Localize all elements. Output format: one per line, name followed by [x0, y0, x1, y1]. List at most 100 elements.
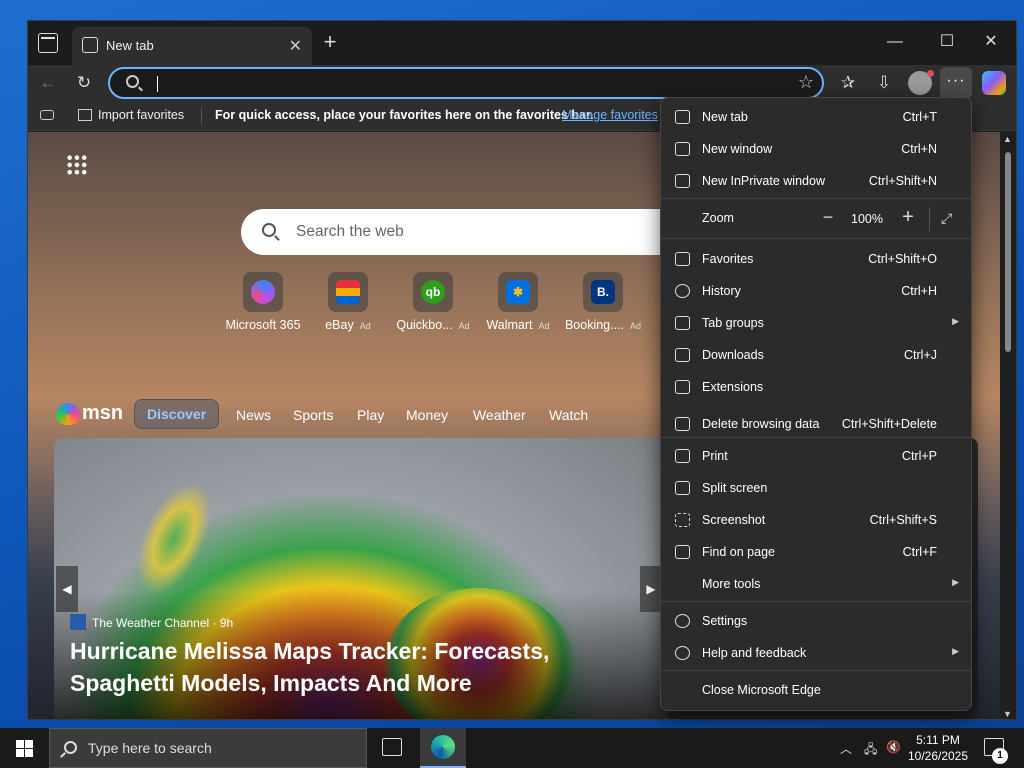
tab-new-tab[interactable]: New tab ✕ — [72, 27, 312, 65]
menu-item-downloads[interactable]: Downloads Ctrl+J — [661, 340, 971, 370]
quick-link-tile: ✱ — [498, 272, 538, 312]
add-favorite-star-icon[interactable]: ☆ — [798, 72, 814, 93]
msn-tab-weather[interactable]: Weather — [473, 407, 526, 423]
quick-link-ebay[interactable]: eBay Ad — [303, 272, 393, 332]
app-launcher-icon[interactable] — [66, 154, 88, 176]
full-screen-icon[interactable]: ⤢ — [941, 210, 957, 226]
hero-source: The Weather Channel · 9h — [70, 614, 233, 630]
menu-separator — [661, 601, 971, 602]
close-tab-icon[interactable]: ✕ — [289, 36, 302, 56]
zoom-out-button[interactable]: − — [817, 207, 839, 228]
menu-item-help-and-feedback[interactable]: Help and feedback ▶ — [661, 638, 971, 668]
quick-link-walmart[interactable]: ✱ Walmart Ad — [473, 272, 563, 332]
profile-avatar[interactable] — [908, 70, 934, 95]
msn-logo[interactable]: msn — [56, 399, 123, 431]
notification-count-badge: 1 — [992, 748, 1008, 764]
show-hidden-icons-chevron-icon[interactable]: ︿ — [840, 740, 852, 757]
tab-actions-icon[interactable] — [38, 33, 58, 53]
favorites-icon[interactable]: ✰ — [834, 71, 862, 95]
zoom-label: Zoom — [702, 211, 734, 225]
quick-link-booking[interactable]: B. Booking.... Ad — [558, 272, 648, 332]
msn-butterfly-icon — [56, 403, 80, 425]
taskbar-search-box[interactable]: Type here to search — [49, 728, 367, 768]
weather-channel-logo — [70, 614, 86, 630]
msn-tab-money[interactable]: Money — [406, 407, 448, 423]
refresh-icon[interactable]: ↻ — [70, 71, 98, 95]
quick-link-tile: B. — [583, 272, 623, 312]
menu-item-new-tab[interactable]: New tab Ctrl+T — [661, 102, 971, 132]
volume-muted-icon[interactable]: 🔇 — [886, 740, 901, 754]
quick-link-label: Microsoft 365 — [225, 318, 301, 332]
address-bar[interactable]: ☆ — [108, 67, 824, 99]
menu-item-history[interactable]: History Ctrl+H — [661, 276, 971, 306]
back-arrow-icon[interactable]: ← — [34, 71, 62, 95]
menu-item-favorites[interactable]: Favorites Ctrl+Shift+O — [661, 244, 971, 274]
scrollbar-thumb[interactable] — [1005, 152, 1011, 352]
windows-logo-icon — [16, 740, 24, 748]
taskbar-edge-button[interactable] — [420, 728, 466, 768]
manage-favorites-link[interactable]: Manage favorites — [562, 108, 658, 122]
menu-item-extensions[interactable]: Extensions — [661, 372, 971, 402]
import-favorites-label: Import favorites — [98, 108, 185, 122]
menu-item-new-window[interactable]: New window Ctrl+N — [661, 134, 971, 164]
quick-link-tile: qb — [413, 272, 453, 312]
task-view-icon[interactable] — [382, 738, 402, 756]
toolbar: ← ↻ ☆ ✰ ⇩ ··· — [28, 65, 1016, 101]
minimize-button[interactable]: — — [872, 29, 918, 55]
menu-item-screenshot[interactable]: Screenshot Ctrl+Shift+S — [661, 505, 971, 535]
web-search-box[interactable]: Search the web — [241, 209, 691, 255]
carousel-previous-button[interactable]: ◀ — [56, 566, 78, 612]
tab-groups-icon — [675, 316, 690, 330]
quick-link-label: Quickbo... Ad — [396, 318, 470, 332]
menu-item-tab-groups[interactable]: Tab groups ▶ — [661, 308, 971, 338]
menu-item-close-microsoft-edge[interactable]: Close Microsoft Edge — [661, 675, 971, 705]
ebay-icon — [336, 280, 360, 304]
quick-link-label: Booking.... Ad — [564, 318, 642, 332]
scroll-down-icon[interactable]: ▼ — [1003, 709, 1012, 719]
zoom-in-button[interactable]: + — [897, 206, 919, 229]
search-icon — [126, 75, 139, 88]
maximize-button[interactable]: ☐ — [924, 29, 970, 55]
settings-and-more-menu: New tab Ctrl+T New window Ctrl+N New InP… — [660, 97, 972, 711]
msn-tab-news[interactable]: News — [236, 407, 271, 423]
submenu-arrow-icon: ▶ — [952, 577, 959, 587]
copilot-icon[interactable] — [982, 71, 1006, 95]
msn-tab-sports[interactable]: Sports — [293, 407, 333, 423]
settings-and-more-button[interactable]: ··· — [940, 67, 972, 99]
quick-link-quickbooks[interactable]: qb Quickbo... Ad — [388, 272, 478, 332]
hero-news-card[interactable]: ◀ ▶ The Weather Channel · 9h Hurricane M… — [54, 438, 666, 719]
downloads-icon[interactable]: ⇩ — [870, 71, 898, 95]
start-button[interactable] — [0, 728, 48, 768]
menu-separator — [661, 670, 971, 671]
menu-item-split-screen[interactable]: Split screen — [661, 473, 971, 503]
menu-item-settings[interactable]: Settings — [661, 606, 971, 636]
menu-item-delete-browsing-data[interactable]: Delete browsing data Ctrl+Shift+Delete — [661, 409, 971, 439]
quick-link-tile — [328, 272, 368, 312]
menu-item-more-tools[interactable]: More tools ▶ — [661, 569, 971, 599]
scroll-up-icon[interactable]: ▲ — [1003, 134, 1012, 144]
menu-item-print[interactable]: Print Ctrl+P — [661, 441, 971, 471]
carousel-next-button[interactable]: ▶ — [640, 566, 662, 612]
booking-icon: B. — [591, 280, 615, 304]
close-window-button[interactable]: ✕ — [968, 29, 1014, 55]
quick-link-microsoft-365[interactable]: Microsoft 365 — [218, 272, 308, 332]
search-icon — [64, 741, 77, 754]
new-tab-icon — [675, 110, 690, 124]
web-search-placeholder: Search the web — [296, 223, 404, 240]
hero-headline[interactable]: Hurricane Melissa Maps Tracker: Forecast… — [70, 635, 660, 699]
msn-tab-discover[interactable]: Discover — [134, 399, 220, 429]
import-favorites-button[interactable]: Import favorites — [78, 108, 184, 122]
new-tab-plus-icon[interactable]: + — [318, 31, 342, 53]
msn-tab-watch[interactable]: Watch — [549, 407, 588, 423]
menu-item-find-on-page[interactable]: Find on page Ctrl+F — [661, 537, 971, 567]
menu-item-new-inprivate-window[interactable]: New InPrivate window Ctrl+Shift+N — [661, 166, 971, 196]
favorites-bar-icon — [40, 110, 54, 120]
network-icon[interactable]: 🖧 — [864, 740, 877, 761]
taskbar-clock[interactable]: 5:11 PM 10/26/2025 — [904, 732, 972, 764]
search-icon — [262, 223, 276, 237]
new-tab-page-icon — [82, 37, 98, 53]
quickbooks-icon: qb — [421, 280, 445, 304]
page-scrollbar[interactable]: ▲ ▼ — [1000, 132, 1016, 719]
msn-tab-play[interactable]: Play — [357, 407, 384, 423]
text-caret — [157, 76, 158, 92]
